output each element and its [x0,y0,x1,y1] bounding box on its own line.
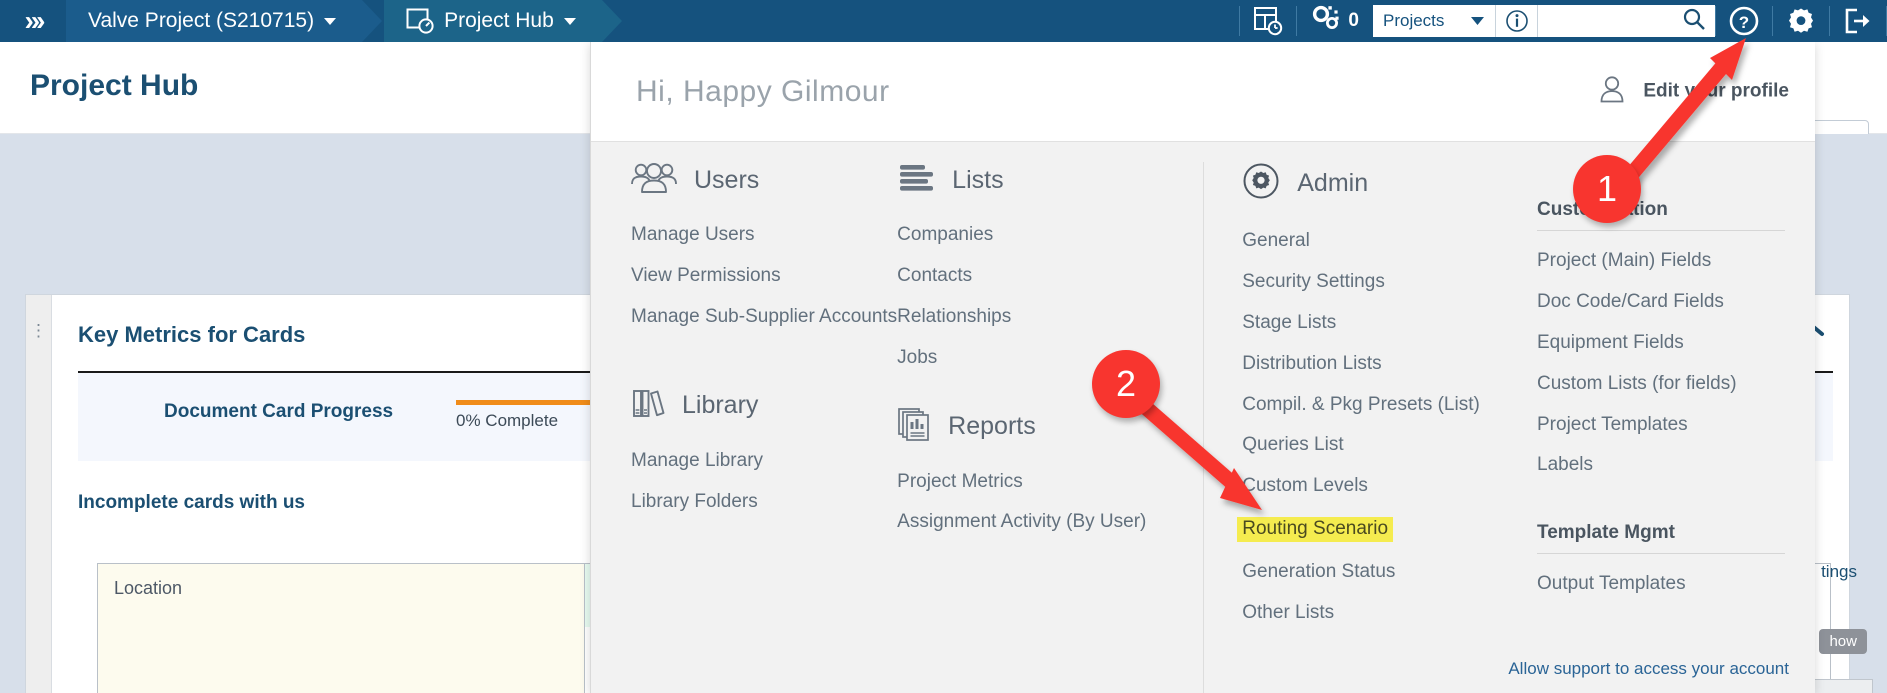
top-navigation-bar: »› Valve Project (S210715) Project Hub 0… [0,0,1887,42]
greeting-text: Hi, Happy Gilmour [636,74,890,108]
menu-group-title: Users [694,166,760,194]
grid-header-location: Location [114,578,183,598]
grid-column-location: Location [98,564,585,693]
menu-link-assignment-activity[interactable]: Assignment Activity (By User) [897,512,1203,533]
section-title-customization: Customization [1537,199,1785,231]
menu-link-custom-levels[interactable]: Custom Levels [1242,475,1499,497]
menu-link-stage-lists[interactable]: Stage Lists [1242,312,1499,334]
menu-group-header: Admin [1242,162,1499,205]
menu-link-distribution-lists[interactable]: Distribution Lists [1242,353,1499,375]
metric-label: Document Card Progress [164,401,394,422]
gear-icon[interactable] [1773,0,1829,42]
menu-group-title: Admin [1297,169,1369,197]
menu-group-header: Lists [897,162,1203,199]
logout-icon[interactable] [1830,0,1886,42]
menu-link-output-templates[interactable]: Output Templates [1537,573,1785,595]
search-icon[interactable] [1682,7,1706,36]
chevron-down-icon [563,17,576,25]
menu-link-generation-status[interactable]: Generation Status [1242,561,1499,583]
edit-profile-label: Edit your profile [1643,80,1789,102]
drag-handle-icon[interactable]: ⋮ [26,295,52,693]
scope-select[interactable]: Projects [1373,5,1495,37]
menu-group-lists: Lists Companies Contacts Relationships J… [897,162,1203,369]
chevron-down-icon [324,17,337,25]
info-circle-icon[interactable] [1495,5,1537,37]
breadcrumb-project-label: Valve Project (S210715) [88,9,315,32]
user-avatar-icon [1595,72,1629,111]
menu-link-labels[interactable]: Labels [1537,455,1785,476]
menu-group-header: Reports [897,407,1203,446]
chevrons-right-icon[interactable]: »› [0,0,66,42]
search-input[interactable] [1537,5,1715,37]
scope-select-value: Projects [1383,11,1445,30]
edit-profile-link[interactable]: Edit your profile [1595,72,1789,111]
users-group-icon [631,162,677,199]
show-pill-partial[interactable]: how [1819,629,1867,654]
menu-link-project-main-fields[interactable]: Project (Main) Fields [1537,250,1785,272]
menu-link-doc-code-card-fields[interactable]: Doc Code/Card Fields [1537,291,1785,313]
menu-link-routing-scenario[interactable]: Routing Scenario [1237,517,1394,543]
help-circle-icon[interactable]: ? [1716,0,1772,42]
mega-menu-columns: Users Manage Users View Permissions Mana… [591,142,1815,693]
pending-tasks-button[interactable]: 0 [1297,0,1373,42]
incomplete-cards-heading: Incomplete cards with us [78,492,305,513]
recent-activity-icon[interactable] [1240,0,1296,42]
menu-section-customization: Customization Project (Main) Fields Doc … [1537,199,1785,476]
menu-column-customization: Customization Project (Main) Fields Doc … [1499,162,1815,693]
menu-link-library-folders[interactable]: Library Folders [631,491,897,513]
menu-group-title: Lists [952,166,1004,194]
reports-chart-icon [897,407,931,446]
app-root: Project Hub enses ⋮ Key Metrics for Card… [0,0,1887,693]
dashboard-gauge-icon [406,8,434,34]
menu-link-manage-library[interactable]: Manage Library [631,450,897,472]
menu-column-admin: Admin General Security Settings Stage Li… [1203,162,1499,693]
menu-link-relationships[interactable]: Relationships [897,306,1203,328]
books-library-icon [631,386,665,425]
menu-group-library: Library Manage Library Library Folders [631,386,897,513]
menu-link-contacts[interactable]: Contacts [897,265,1203,287]
breadcrumb-hub-label: Project Hub [444,9,554,32]
menu-link-compil-pkg-presets[interactable]: Compil. & Pkg Presets (List) [1242,394,1499,416]
svg-text:?: ? [1739,13,1749,32]
menu-group-reports: Reports Project Metrics Assignment Activ… [897,407,1203,534]
breadcrumb-project-hub[interactable]: Project Hub [384,0,622,42]
menu-group-title: Library [682,390,759,419]
menu-link-custom-lists-for-fields[interactable]: Custom Lists (for fields) [1537,373,1785,395]
menu-link-manage-users[interactable]: Manage Users [631,224,897,246]
menu-link-general[interactable]: General [1242,230,1499,252]
section-title-template-mgmt: Template Mgmt [1537,522,1785,555]
menu-link-jobs[interactable]: Jobs [897,347,1203,369]
admin-gear-circle-icon [1242,162,1280,205]
settings-link-partial[interactable]: tings [1821,562,1857,582]
menu-link-queries-list[interactable]: Queries List [1242,435,1499,456]
menu-column-users: Users Manage Users View Permissions Mana… [591,162,897,693]
annotation-badge-2: 2 [1092,350,1160,418]
menu-link-project-metrics[interactable]: Project Metrics [897,471,1203,493]
menu-section-template-mgmt: Template Mgmt Output Templates [1537,522,1785,595]
breadcrumb-project[interactable]: Valve Project (S210715) [66,0,383,42]
chevron-down-icon [1470,11,1485,31]
menu-group-header: Users [631,162,897,199]
menu-link-view-permissions[interactable]: View Permissions [631,265,897,287]
gears-icon [1311,4,1341,38]
account-mega-menu: Hi, Happy Gilmour Edit your profile User… [590,42,1815,693]
pending-tasks-count: 0 [1348,10,1359,31]
menu-group-header: Library [631,386,897,425]
menu-link-companies[interactable]: Companies [897,224,1203,246]
annotation-badge-1: 1 [1573,155,1641,223]
menu-link-project-templates[interactable]: Project Templates [1537,414,1785,436]
allow-support-link[interactable]: Allow support to access your account [1508,659,1789,679]
menu-group-title: Reports [948,411,1036,440]
page-title: Project Hub [30,69,199,102]
menu-link-equipment-fields[interactable]: Equipment Fields [1537,332,1785,354]
menu-link-other-lists[interactable]: Other Lists [1242,602,1499,624]
menu-column-lists: Lists Companies Contacts Relationships J… [897,162,1203,693]
mega-menu-header: Hi, Happy Gilmour Edit your profile [591,42,1815,142]
menu-link-security-settings[interactable]: Security Settings [1242,271,1499,293]
menu-group-users: Users Manage Users View Permissions Mana… [631,162,897,328]
list-lines-icon [897,162,935,199]
menu-link-manage-sub-supplier-accounts[interactable]: Manage Sub-Supplier Accounts [631,306,897,328]
